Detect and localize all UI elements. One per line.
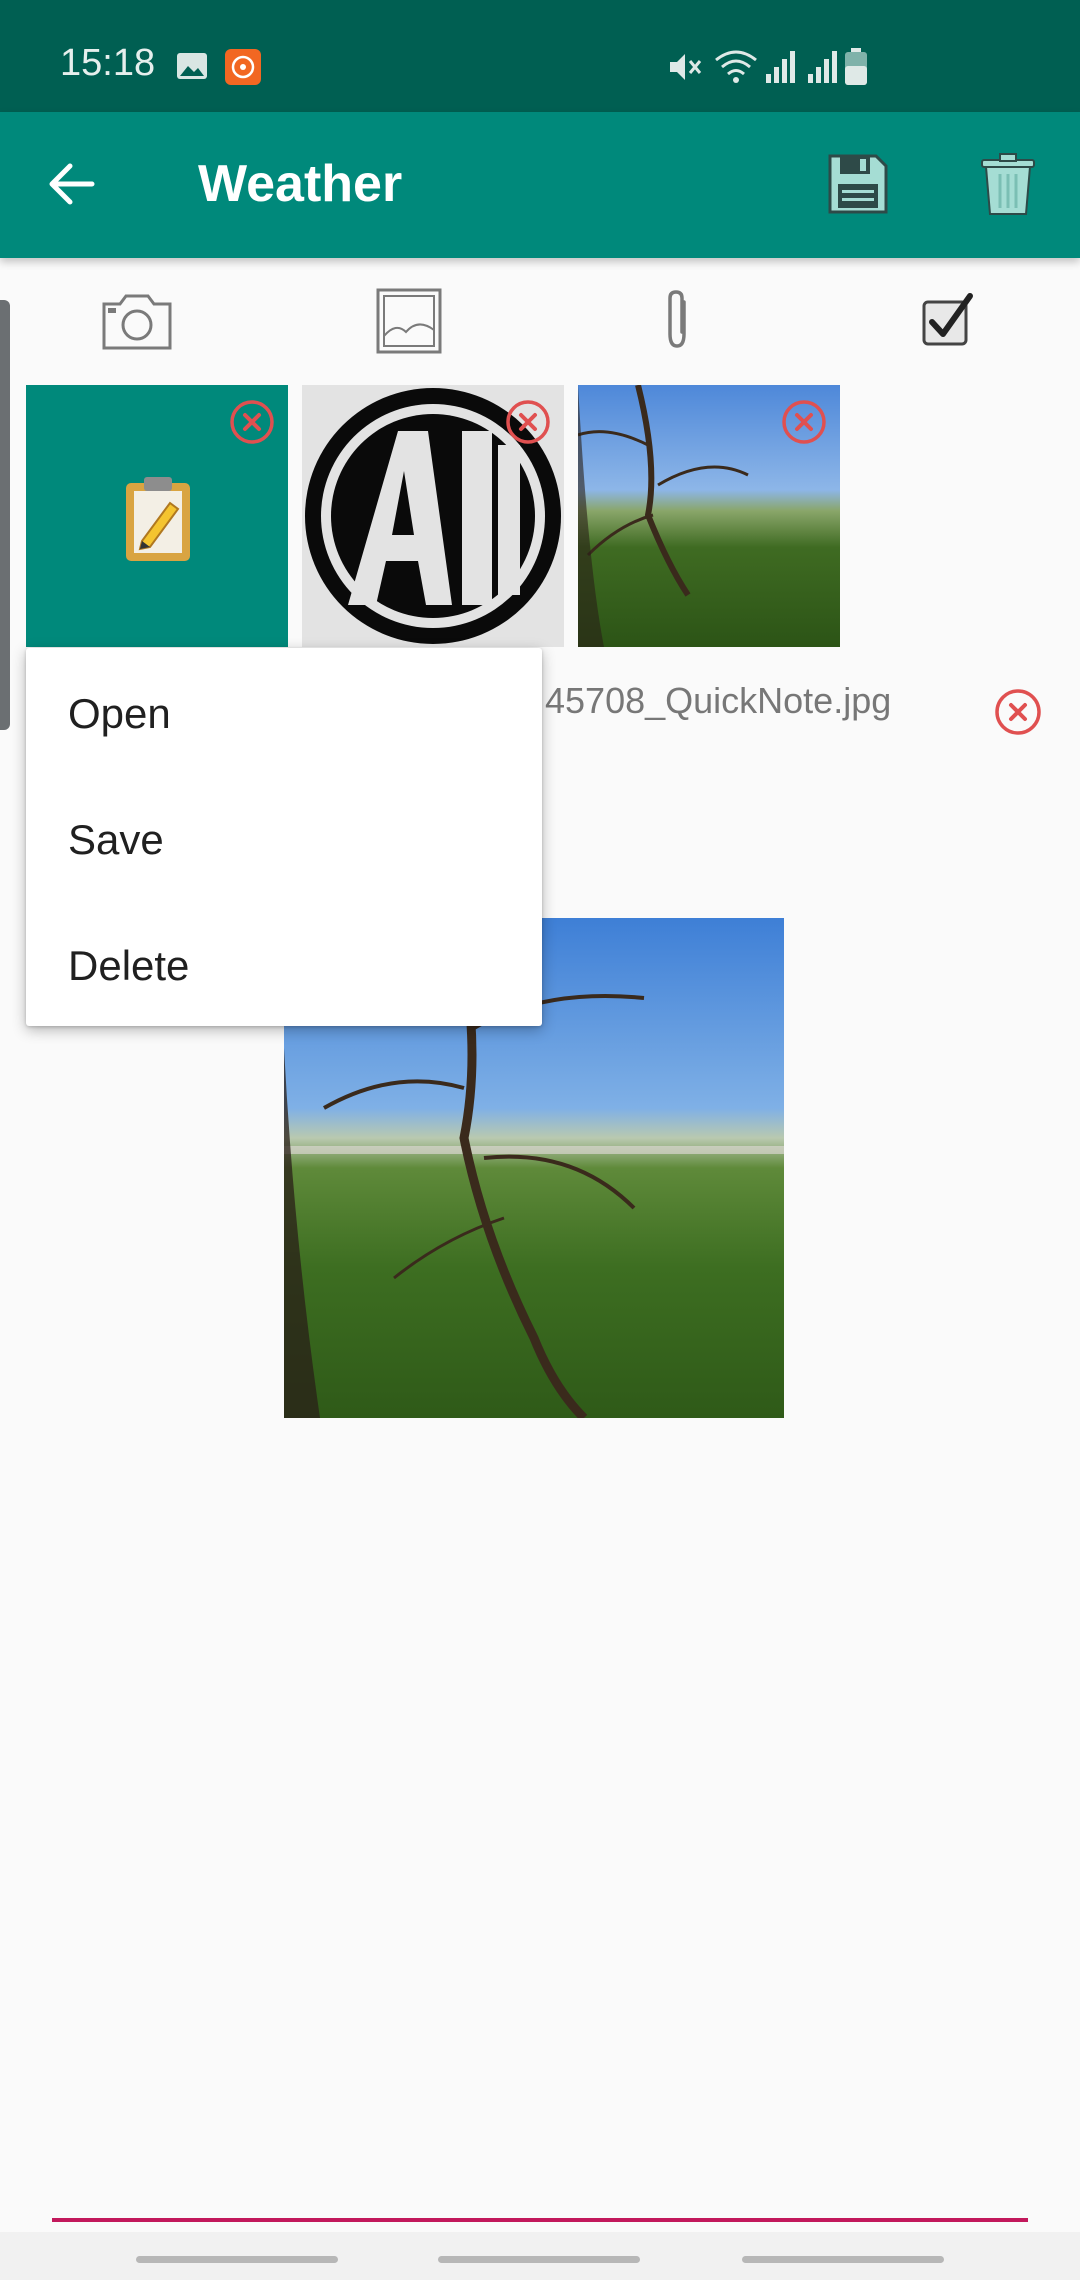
clipboard-pencil-icon <box>126 477 190 561</box>
paperclip-icon[interactable] <box>640 288 714 354</box>
app-notification-icon <box>225 49 261 85</box>
checkbox-icon[interactable] <box>910 288 984 354</box>
remove-attachment-icon[interactable] <box>781 399 827 445</box>
gallery-icon[interactable] <box>372 288 446 354</box>
arrow-back-icon[interactable] <box>48 162 96 206</box>
attachment-thumbnail-logo[interactable] <box>302 385 564 647</box>
remove-attachment-icon[interactable] <box>505 399 551 445</box>
menu-item-save[interactable]: Save <box>26 774 542 900</box>
signal-icon <box>808 51 837 83</box>
nav-back-button[interactable] <box>742 2256 944 2263</box>
menu-item-delete[interactable]: Delete <box>26 900 542 1026</box>
menu-item-open[interactable]: Open <box>26 648 542 774</box>
remove-file-icon[interactable] <box>994 688 1042 736</box>
status-time: 15:18 <box>60 42 156 84</box>
battery-icon <box>845 48 867 85</box>
mute-icon <box>670 54 702 80</box>
context-menu: Open Save Delete <box>26 648 542 1026</box>
attachment-file-name: 45708_QuickNote.jpg <box>545 680 892 721</box>
menu-item-label: Delete <box>68 942 190 989</box>
camera-icon[interactable] <box>100 288 174 354</box>
remove-attachment-icon[interactable] <box>229 399 275 445</box>
app-bar: Weather <box>0 112 1080 258</box>
floppy-disk-icon[interactable] <box>826 152 890 216</box>
status-bar: 15:18 <box>0 0 1080 112</box>
menu-item-label: Open <box>68 690 171 737</box>
attachment-thumbnail-note[interactable] <box>26 385 288 647</box>
nav-recents-button[interactable] <box>136 2256 338 2263</box>
page-title: Weather <box>198 155 403 213</box>
nav-home-button[interactable] <box>438 2256 640 2263</box>
menu-item-label: Save <box>68 816 164 863</box>
navigation-bar <box>0 2232 1080 2280</box>
wifi-icon <box>715 50 757 83</box>
attachment-thumbnail-photo[interactable] <box>578 385 840 647</box>
trash-icon[interactable] <box>980 152 1036 216</box>
text-input-underline <box>52 2218 1028 2222</box>
side-drag-handle[interactable] <box>0 300 10 730</box>
signal-icon <box>766 51 795 83</box>
image-notification-icon <box>177 53 207 79</box>
